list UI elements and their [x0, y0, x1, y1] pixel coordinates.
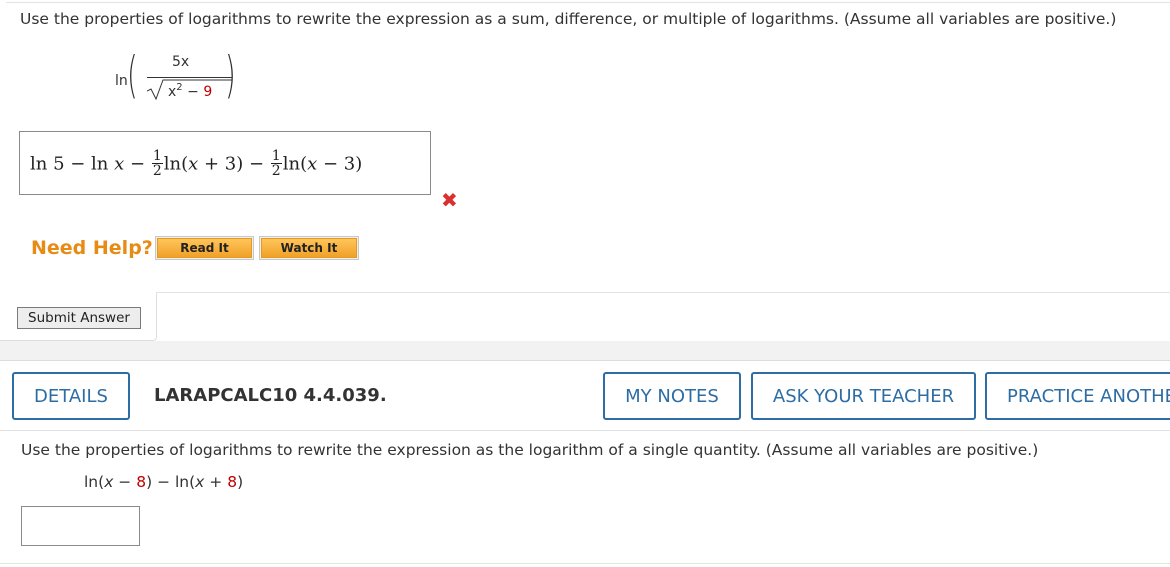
expr-constant: 8 — [227, 473, 238, 491]
problem-id: LARAPCALC10 4.4.039. — [154, 385, 387, 406]
answer-expression: ln 5 − ln x − 1 2 ln(x + 3) − 1 2 ln(x − 3) — [30, 148, 363, 179]
x-mark-icon: ✖ — [441, 188, 458, 212]
read-it-label: Read It — [157, 238, 252, 258]
divider — [156, 292, 1170, 293]
denominator-constant: 9 — [203, 84, 213, 100]
fraction-numerator: 1 — [151, 148, 163, 164]
question-separator — [0, 341, 1170, 360]
denominator: x2 − 9 — [168, 82, 212, 100]
expr-variable: x — [104, 473, 114, 491]
fraction-denominator: 2 — [152, 163, 162, 179]
divider — [6, 2, 1170, 3]
numerator: 5x — [172, 54, 190, 70]
ask-your-teacher-button[interactable]: ASK YOUR TEACHER — [751, 372, 976, 420]
expr-constant: 8 — [136, 473, 147, 491]
fraction-denominator: 2 — [271, 163, 281, 179]
answer-term: ln( — [282, 153, 308, 175]
right-paren: ) — [225, 46, 236, 104]
expr-part: + — [204, 473, 228, 491]
expr-part: − — [113, 473, 137, 491]
answer-term: ln( — [163, 153, 189, 175]
answer-input-box[interactable] — [21, 506, 140, 546]
watch-it-label: Watch It — [261, 238, 357, 258]
left-paren: ( — [127, 46, 138, 104]
answer-variable: x — [307, 153, 318, 175]
answer-variable: x — [114, 153, 125, 175]
expr-part: ) — [237, 473, 244, 491]
my-notes-button[interactable]: MY NOTES — [603, 372, 741, 420]
denominator-operator: − — [182, 84, 204, 100]
details-button[interactable]: DETAILS — [12, 372, 130, 420]
answer-term: − 3) — [317, 153, 363, 175]
fraction: 12 — [151, 148, 163, 179]
given-expression: ln(x − 8) − ln(x + 8) — [84, 473, 243, 491]
fraction-bar — [147, 77, 232, 78]
fraction: 12 — [270, 148, 282, 179]
expr-variable: x — [195, 473, 205, 491]
given-expression: ln ( 5x x2 − 9 ) — [115, 46, 240, 114]
submit-answer-button[interactable]: Submit Answer — [17, 307, 141, 329]
answer-input-box[interactable]: ln 5 − ln x − 1 2 ln(x + 3) − 1 2 ln(x − 3) — [19, 131, 431, 195]
answer-variable: x — [188, 153, 199, 175]
expr-part: ln( — [84, 473, 105, 491]
answer-term: − — [124, 153, 151, 175]
ln-function: ln — [115, 73, 128, 89]
practice-another-button[interactable]: PRACTICE ANOTHER — [985, 372, 1170, 420]
read-it-button[interactable]: Read It — [155, 236, 254, 260]
answer-term: + 3) − — [198, 153, 270, 175]
question-2-instruction: Use the properties of logarithms to rewr… — [21, 441, 1039, 459]
watch-it-button[interactable]: Watch It — [259, 236, 359, 260]
expr-part: ) − ln( — [146, 473, 196, 491]
question-1-instruction: Use the properties of logarithms to rewr… — [20, 10, 1117, 28]
divider — [0, 563, 1170, 564]
need-help-label: Need Help? — [31, 237, 153, 259]
fraction-numerator: 1 — [270, 148, 282, 164]
answer-term: ln 5 − ln — [30, 153, 115, 175]
